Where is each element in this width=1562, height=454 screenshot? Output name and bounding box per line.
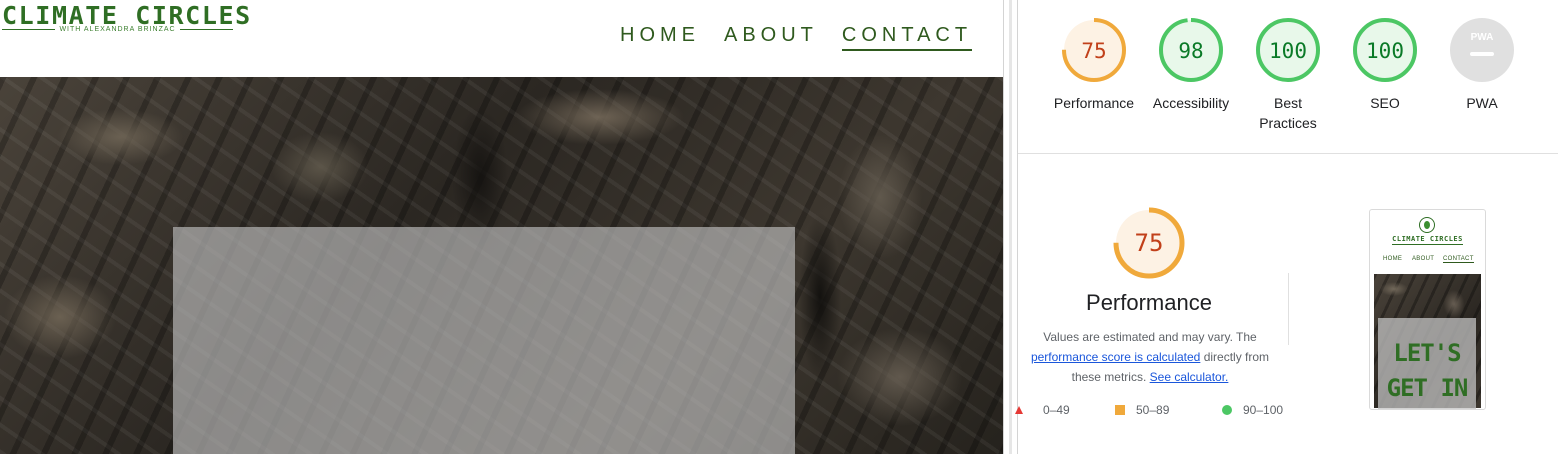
legend-average-label: 50–89 — [1136, 403, 1170, 417]
site-nav: HOME ABOUT CONTACT — [620, 22, 973, 51]
best-practices-gauge-ring: 100 — [1256, 18, 1320, 82]
thumbnail-hero-image: LET'S GET IN — [1374, 274, 1481, 409]
thumbnail-logo-icon — [1419, 217, 1435, 233]
legend-circle-icon — [1222, 405, 1232, 415]
performance-large-score: 75 — [1135, 229, 1164, 257]
seo-label: SEO — [1370, 95, 1400, 111]
perf-desc-text-2: directly from — [1203, 350, 1270, 364]
logo-rule-left — [2, 28, 56, 31]
nav-contact-link[interactable]: CONTACT — [841, 22, 973, 51]
pwa-badge-text: PWA — [1471, 32, 1494, 43]
accessibility-label: Accessibility — [1152, 95, 1230, 111]
legend-square-icon — [1115, 405, 1125, 415]
score-gauge-accessibility[interactable]: 98 Accessibility — [1141, 17, 1241, 113]
accessibility-gauge-ring: 98 — [1159, 18, 1223, 82]
score-gauge-best-practices[interactable]: 100 Best Practices — [1238, 17, 1338, 133]
best-practices-score-value: 100 — [1269, 39, 1307, 63]
thumbnail-nav-about: ABOUT — [1412, 256, 1435, 262]
legend-fail-label: 0–49 — [1043, 403, 1070, 417]
nav-home-link[interactable]: HOME — [620, 22, 700, 51]
vertical-divider — [1288, 273, 1289, 345]
performance-gauge-ring: 75 — [1062, 18, 1126, 82]
section-divider — [1018, 153, 1558, 154]
divider-grip[interactable] — [1009, 0, 1012, 454]
performance-large-gauge-ring: 75 — [1113, 207, 1185, 279]
site-logo-subtitle: WITH ALEXANDRA BRINZAC — [2, 26, 234, 33]
legend-pass-label: 90–100 — [1243, 403, 1284, 417]
thumbnail-title: CLIMATE CIRCLES — [1392, 235, 1463, 243]
thumbnail-hero-text: LET'S GET IN — [1378, 336, 1476, 406]
nav-about-link[interactable]: ABOUT — [724, 22, 818, 51]
legend-average: 50–89 — [1115, 403, 1169, 417]
performance-score-value: 75 — [1081, 39, 1106, 63]
score-gauge-performance[interactable]: 75 Performance — [1044, 17, 1144, 113]
lighthouse-report: 75 Performance 98 Accessibility 100 Best… — [1015, 0, 1562, 454]
score-legend: 0–49 50–89 90–100 — [1015, 403, 1298, 421]
performance-large-gauge: 75 — [1110, 204, 1188, 287]
seo-gauge-ring: 100 — [1353, 18, 1417, 82]
thumbnail-hero-line-1: LET'S — [1393, 339, 1461, 367]
see-calculator-link[interactable]: See calculator. — [1150, 370, 1229, 384]
score-gauge-seo[interactable]: 100 SEO — [1335, 17, 1435, 113]
pwa-label: PWA — [1466, 95, 1498, 111]
score-calculated-link[interactable]: performance score is calculated — [1031, 350, 1200, 364]
logo-rule-right — [179, 28, 234, 31]
performance-section-title: Performance — [1086, 290, 1212, 315]
website-preview: CLIMATE CIRCLES WITH ALEXANDRA BRINZAC H… — [0, 0, 1003, 454]
thumbnail-nav-home: HOME — [1383, 256, 1403, 262]
best-practices-label: Best Practices — [1259, 95, 1317, 131]
pwa-badge-icon: PWA — [1450, 18, 1514, 82]
performance-label: Performance — [1053, 95, 1135, 111]
thumbnail-hero-line-2: GET IN — [1386, 374, 1469, 402]
legend-pass: 90–100 — [1222, 403, 1283, 417]
legend-fail: 0–49 — [1014, 403, 1070, 417]
thumbnail-subtitle-rule — [1392, 244, 1463, 245]
panel-resize-divider[interactable] — [1003, 0, 1018, 454]
perf-desc-text-3: these metrics. — [1071, 370, 1147, 384]
performance-description: Values are estimated and may vary. The p… — [1020, 327, 1280, 387]
hero-bark-background — [0, 77, 1003, 454]
hero-overlay-box — [173, 227, 795, 454]
seo-score-value: 100 — [1366, 39, 1404, 63]
page-screenshot-thumbnail[interactable]: CLIMATE CIRCLES HOME ABOUT CONTACT LET'S… — [1369, 209, 1486, 410]
legend-triangle-icon — [1015, 406, 1023, 414]
logo-subtitle-text: WITH ALEXANDRA BRINZAC — [59, 26, 176, 33]
accessibility-score-value: 98 — [1178, 39, 1203, 63]
thumbnail-nav-contact: CONTACT — [1443, 256, 1474, 263]
perf-desc-text-1: Values are estimated and may vary. The — [1043, 330, 1257, 344]
score-gauge-pwa[interactable]: PWA PWA — [1432, 17, 1532, 113]
